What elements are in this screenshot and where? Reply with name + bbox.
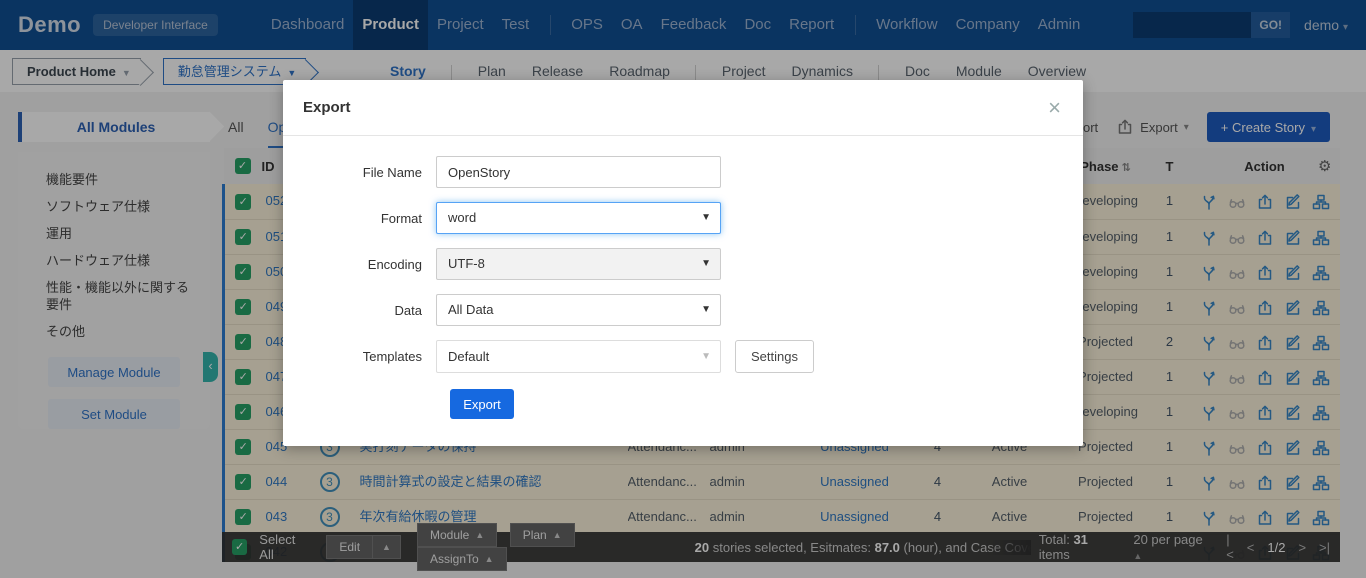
data-label: Data [283,303,436,318]
settings-button[interactable]: Settings [735,340,814,373]
encoding-label: Encoding [283,257,436,272]
close-icon[interactable]: × [1048,80,1061,136]
file-name-input[interactable] [436,156,721,188]
modal-body: File Name Format word▼ Encoding UTF-8▼ D… [283,136,1083,419]
chevron-down-icon: ▼ [701,203,711,233]
modal-title: Export [303,99,351,116]
file-name-label: File Name [283,165,436,180]
templates-select[interactable]: Default▼ [436,340,721,373]
templates-label: Templates [283,349,436,364]
chevron-down-icon: ▼ [701,341,711,372]
export-modal: Export × File Name Format word▼ Encoding… [283,80,1083,446]
format-select[interactable]: word▼ [436,202,721,234]
format-label: Format [283,211,436,226]
chevron-down-icon: ▼ [701,249,711,279]
modal-header: Export × [283,80,1083,136]
modal-export-button[interactable]: Export [450,389,514,419]
chevron-down-icon: ▼ [701,295,711,325]
app-window: Demo Developer Interface Dashboard Produ… [0,0,1366,578]
data-select[interactable]: All Data▼ [436,294,721,326]
encoding-select[interactable]: UTF-8▼ [436,248,721,280]
